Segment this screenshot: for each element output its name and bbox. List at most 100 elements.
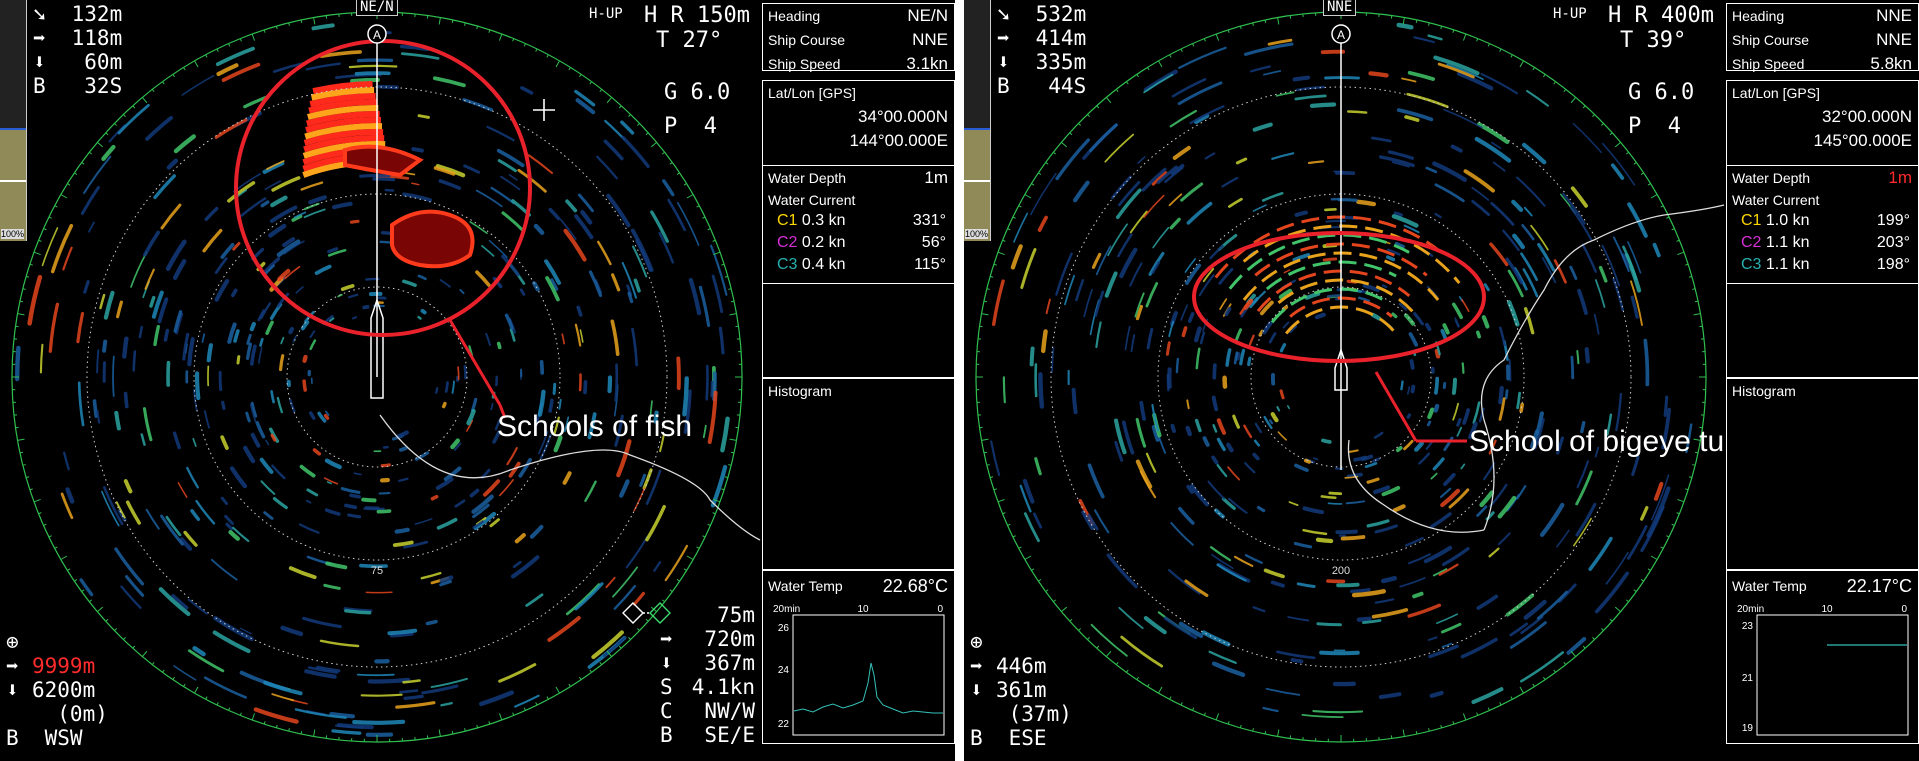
echo-arc — [1328, 491, 1343, 496]
bearing-tick — [579, 676, 582, 680]
readout-value: NW/W — [704, 699, 755, 723]
bearing-tick — [990, 275, 994, 278]
hup-label: H-UP — [1553, 6, 1587, 22]
echo-arc — [1366, 519, 1390, 528]
echo-arc — [225, 522, 234, 531]
bearing-tick — [1038, 579, 1042, 582]
echo-arc — [340, 284, 355, 292]
echo-arc — [1177, 81, 1223, 106]
echo-arc — [1263, 568, 1285, 579]
bearing-tick — [669, 589, 673, 592]
echo-arc — [605, 576, 616, 589]
echo-arc — [1211, 455, 1219, 465]
echo-arc — [1250, 65, 1271, 73]
echo-arc — [309, 339, 317, 351]
echo-arc — [1399, 577, 1426, 588]
echo-arc — [1307, 160, 1325, 165]
echo-arc — [1186, 201, 1213, 225]
top-readouts: ➘ 532m ➡ 414m ⬇ 335m B 44S — [997, 2, 1086, 98]
bearing-tick — [275, 26, 278, 30]
bearing-tick — [523, 707, 526, 711]
echo-arc — [1146, 327, 1154, 350]
readout-value: 532m — [1023, 2, 1087, 26]
echo-arc — [404, 172, 416, 176]
bearing-tick — [1543, 74, 1546, 78]
echo-arc — [202, 228, 223, 253]
current-speed: 1.0 kn — [1765, 212, 1810, 229]
echo-arc — [1106, 553, 1138, 589]
echo-arc — [720, 416, 730, 453]
bearing-tick — [38, 239, 42, 242]
bearing-tick — [228, 707, 231, 711]
bearing-tick — [1440, 724, 1443, 728]
echo-arc — [331, 729, 362, 735]
echo-arc — [229, 466, 248, 489]
current-speed: 0.2 kn — [801, 234, 846, 251]
echo-arc — [1104, 271, 1118, 298]
echo-arc — [1434, 348, 1441, 359]
echo-arc — [276, 396, 284, 414]
echo-arc — [204, 676, 247, 699]
down-arrow-icon: ⬇ — [6, 678, 19, 702]
bearing-tick — [132, 105, 136, 109]
bearing-tick — [1462, 713, 1467, 721]
echo-arc — [1406, 92, 1449, 108]
echo-arc — [1577, 288, 1588, 315]
echo-arc — [1118, 606, 1144, 630]
bearing-tick — [1487, 43, 1490, 47]
bearing-tick — [1031, 183, 1035, 186]
echo-arc — [1233, 351, 1239, 365]
current-direction: 198° — [1876, 256, 1910, 273]
echo-arc — [558, 398, 562, 410]
echo-arc — [1320, 49, 1346, 55]
bearing-tick — [1650, 194, 1658, 199]
echo-arc — [380, 463, 391, 468]
echo-arc — [268, 223, 287, 238]
bearing-tick — [523, 43, 526, 47]
echo-arc — [1129, 210, 1148, 234]
echo-arc — [117, 103, 150, 135]
readout-value: (37m) — [996, 702, 1072, 726]
bearing-tick — [1582, 105, 1586, 109]
echo-arc — [1387, 150, 1414, 160]
bearing-tick — [983, 451, 988, 454]
bearing-tick — [313, 729, 316, 737]
echo-arc — [166, 158, 179, 170]
echo-arc — [259, 337, 264, 347]
echo-arc — [1433, 403, 1440, 413]
echo-arc — [561, 333, 566, 345]
echo-arc — [1104, 133, 1135, 163]
echo-arc — [255, 421, 266, 439]
echo-arc — [1595, 279, 1606, 308]
bearing-tick — [1087, 114, 1090, 117]
echo-arc — [210, 558, 238, 581]
echo-arc — [462, 98, 493, 112]
bearing-tick — [288, 728, 290, 732]
echo-layer — [14, 23, 730, 737]
echo-arc — [1569, 265, 1578, 280]
down-arrow-icon: ⬇ — [970, 678, 983, 702]
echo-arc — [525, 593, 544, 607]
echo-arc — [1348, 449, 1359, 453]
echo-arc — [360, 693, 403, 697]
bearing-tick — [43, 228, 47, 231]
bearing-tick — [1126, 81, 1129, 85]
echo-arc — [1256, 505, 1266, 513]
water-temp-value: 22.68°C — [882, 576, 948, 596]
echo-arc — [1460, 463, 1466, 470]
sonar-screen-left: A 75 100% ➘ 132m ➡ 118m ⬇ 60m B 32S NE/N H-… — [0, 0, 955, 761]
echo-arc — [1412, 591, 1424, 599]
bearing-tick — [183, 67, 186, 71]
readout-line: ➡ 720m — [660, 627, 755, 651]
echo-arc — [444, 381, 449, 393]
range-ring-label: 75 — [371, 565, 383, 577]
echo-arc — [1575, 502, 1597, 537]
bearing-tick — [1677, 251, 1685, 256]
echo-arc — [1211, 661, 1246, 677]
bearing-tick — [1264, 19, 1267, 24]
echo-arc — [1584, 347, 1590, 364]
echo-arc — [1178, 506, 1195, 525]
echo-arc — [489, 518, 500, 528]
echo-arc — [710, 380, 714, 398]
current-row: C3 0.4 kn 115° — [763, 254, 954, 276]
